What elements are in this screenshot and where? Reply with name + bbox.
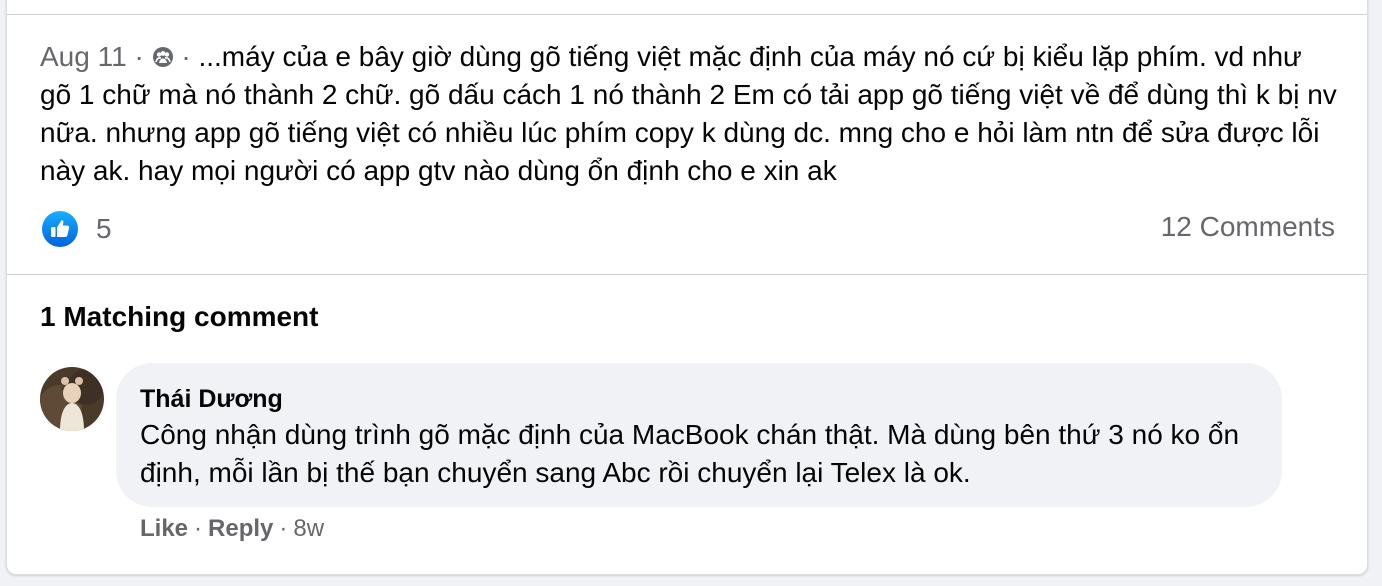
meta-separator: · (181, 41, 191, 72)
section-divider (7, 274, 1367, 275)
post-date[interactable]: Aug 11 (40, 41, 127, 72)
avatar-photo (40, 367, 104, 431)
post-body: ...máy của e bây giờ dùng gõ tiếng việt … (40, 41, 1337, 186)
comment-timestamp[interactable]: 8w (293, 515, 324, 543)
reactions-summary[interactable]: 5 (42, 209, 112, 249)
group-members-icon (152, 47, 173, 67)
reaction-count[interactable]: 5 (96, 213, 112, 245)
like-button[interactable]: Like (140, 515, 188, 543)
comment-bubble: Thái Dương Công nhận dùng trình gõ mặc đ… (116, 363, 1282, 507)
like-reaction-icon (42, 211, 78, 247)
action-separator: · (194, 515, 203, 542)
reply-button[interactable]: Reply (208, 515, 273, 543)
meta-separator: · (134, 41, 144, 72)
comment-text: Công nhận dùng trình gõ mặc định của Mac… (140, 419, 1240, 488)
avatar[interactable] (40, 367, 104, 431)
comment-author[interactable]: Thái Dương (140, 385, 283, 414)
post-card: Aug 11 · · ...máy của e bây giờ dùng gõ … (6, 0, 1368, 575)
action-separator: · (279, 515, 288, 542)
comment-actions: Like · Reply · 8w (140, 515, 324, 543)
matching-comment-heading: 1 Matching comment (40, 301, 319, 332)
comments-count-link[interactable]: 12 Comments (1161, 211, 1335, 243)
top-divider (7, 14, 1367, 15)
post-snippet[interactable]: Aug 11 · · ...máy của e bây giờ dùng gõ … (40, 38, 1340, 190)
